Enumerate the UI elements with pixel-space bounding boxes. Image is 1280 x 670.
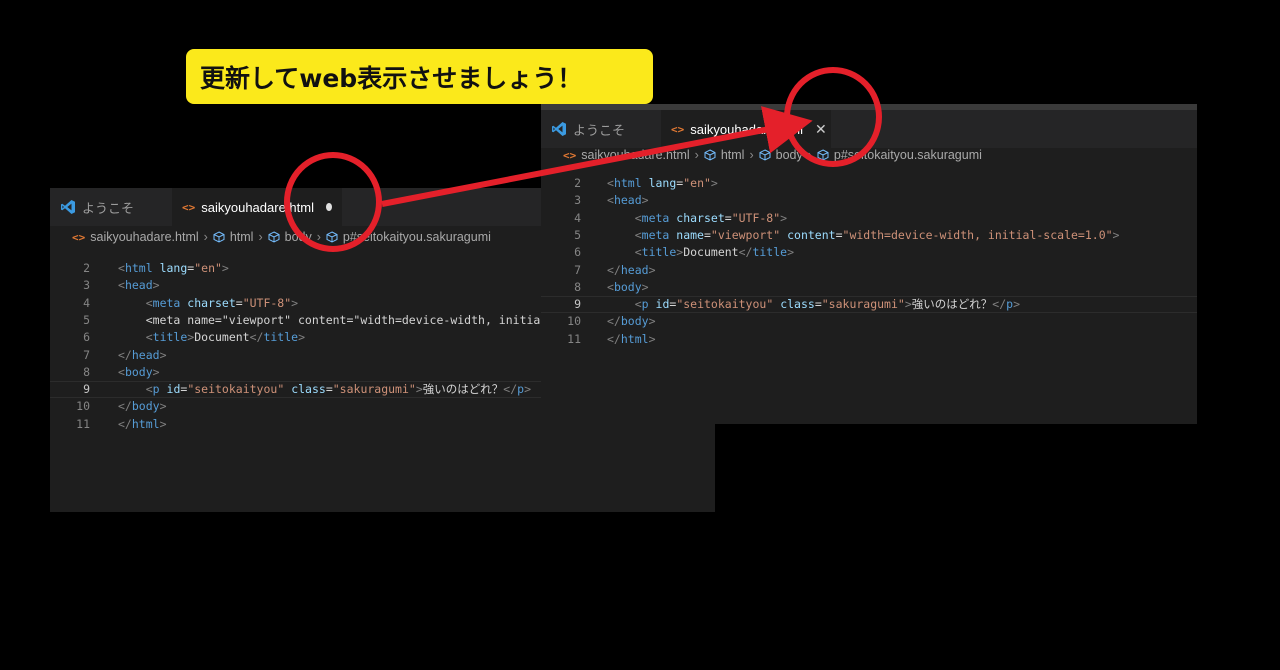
code-text: <p id="seitokaityou" class="sakuragumi">…	[634, 297, 1021, 312]
tab-label: ようこそ	[82, 200, 135, 216]
chevron-right-icon: ›	[258, 230, 263, 244]
code-text: <meta charset="UTF-8">	[634, 210, 788, 225]
code-text: <title>Document</title>	[634, 245, 795, 260]
code-text: <html lang="en">	[607, 176, 718, 190]
code-line[interactable]: 10 </body>	[541, 313, 1197, 330]
line-number: 7	[574, 262, 581, 277]
code-text: <title>Document</title>	[145, 330, 306, 345]
code-text: </head>	[118, 347, 167, 362]
code-line[interactable]: 8 <body>	[541, 279, 1197, 296]
code-text: </html>	[607, 331, 656, 346]
vscode-icon	[552, 122, 566, 136]
tab-welcome[interactable]: ようこそ	[50, 188, 170, 226]
breadcrumb-item[interactable]: p#seitokaityou.sakuragumi	[834, 148, 982, 162]
code-text: <p id="seitokaityou" class="sakuragumi">…	[145, 382, 532, 397]
chevron-right-icon: ›	[807, 148, 812, 162]
code-area[interactable]: 2 <html lang="en"> 3 <head> 4 <meta charset=…	[541, 171, 1197, 424]
html-file-icon: <>	[671, 122, 685, 136]
line-number: 7	[83, 347, 90, 362]
vscode-icon	[61, 200, 75, 214]
code-line[interactable]: 9 <p id="seitokaityou" class="sakuragumi…	[541, 296, 1197, 313]
code-text: <head>	[607, 193, 649, 208]
chevron-right-icon: ›	[203, 230, 208, 244]
code-line[interactable]: 11 </html>	[541, 331, 1197, 348]
line-number: 9	[83, 382, 90, 397]
line-number: 5	[83, 312, 90, 327]
breadcrumb-item[interactable]: html	[230, 230, 254, 244]
line-number: 8	[574, 279, 581, 294]
code-text: </body>	[118, 399, 167, 414]
chevron-right-icon: ›	[749, 148, 754, 162]
line-number: 3	[574, 193, 581, 208]
chevron-right-icon: ›	[694, 148, 699, 162]
line-number: 4	[83, 295, 90, 310]
line-number: 3	[83, 278, 90, 293]
chevron-right-icon: ›	[316, 230, 321, 244]
breadcrumb: <> saikyouhadare.html › html › body › p#…	[541, 144, 1197, 166]
code-line[interactable]: 7 </head>	[541, 262, 1197, 279]
breadcrumb-item[interactable]: p#seitokaityou.sakuragumi	[343, 230, 491, 244]
cube-icon	[704, 149, 716, 161]
code-text: </body>	[607, 314, 656, 329]
callout-text: 更新してweb表示させましょう！	[200, 63, 583, 93]
cube-icon	[817, 149, 829, 161]
cube-icon	[759, 149, 771, 161]
instruction-callout: 更新してweb表示させましょう！	[186, 49, 653, 104]
code-line[interactable]: 5 <meta name="viewport" content="width=d…	[541, 227, 1197, 244]
code-text: </head>	[607, 262, 656, 277]
tab-welcome[interactable]: ようこそ	[541, 110, 656, 148]
breadcrumb-item[interactable]: body	[285, 230, 312, 244]
code-text: <head>	[118, 278, 160, 293]
code-text: <html lang="en">	[118, 261, 229, 275]
html-file-icon: <>	[182, 200, 196, 214]
html-file-icon: <>	[72, 230, 86, 244]
tab-bar: ようこそ <> saikyouhadare.html ✕	[541, 110, 1197, 148]
line-number: 6	[83, 330, 90, 345]
html-file-icon: <>	[563, 148, 577, 162]
line-number: 5	[574, 227, 581, 242]
line-number: 10	[567, 314, 581, 329]
cube-icon	[268, 231, 280, 243]
line-number: 11	[76, 416, 90, 431]
line-number: 2	[83, 261, 90, 275]
tab-label: saikyouhadare.html	[690, 121, 803, 137]
code-text: <meta name="viewport" content="width=dev…	[634, 227, 1120, 242]
code-line[interactable]: 3 <head>	[541, 192, 1197, 209]
code-text: <meta name="viewport" content="width=dev…	[118, 312, 541, 327]
close-icon[interactable]: ✕	[815, 121, 827, 138]
code-text: <meta charset="UTF-8">	[145, 295, 299, 310]
cube-icon	[326, 231, 338, 243]
unsaved-dot-icon[interactable]	[325, 203, 332, 211]
code-line[interactable]: 2 <html lang="en">	[541, 175, 1197, 192]
line-number: 6	[574, 245, 581, 260]
tab-html-file[interactable]: <> saikyouhadare.html	[172, 188, 342, 226]
breadcrumb-item[interactable]: html	[721, 148, 745, 162]
line-number: 4	[574, 210, 581, 225]
tab-html-file[interactable]: <> saikyouhadare.html ✕	[661, 110, 831, 148]
tab-label: ようこそ	[573, 122, 626, 138]
line-number: 9	[574, 297, 581, 312]
cube-icon	[213, 231, 225, 243]
breadcrumb-item[interactable]: body	[776, 148, 803, 162]
code-text: </html>	[118, 416, 167, 431]
line-number: 11	[567, 331, 581, 346]
code-line[interactable]: 4 <meta charset="UTF-8">	[541, 210, 1197, 227]
breadcrumb-item[interactable]: saikyouhadare.html	[90, 230, 198, 244]
breadcrumb-item[interactable]: saikyouhadare.html	[581, 148, 689, 162]
line-number: 8	[83, 364, 90, 379]
line-number: 10	[76, 399, 90, 414]
code-text: <body>	[607, 279, 649, 294]
tab-label: saikyouhadare.html	[201, 199, 314, 215]
code-text: <body>	[118, 364, 160, 379]
line-number: 2	[574, 176, 581, 190]
code-line[interactable]: 6 <title>Document</title>	[541, 244, 1197, 261]
editor-after: ようこそ <> saikyouhadare.html ✕ <> saikyouh…	[541, 104, 1197, 424]
